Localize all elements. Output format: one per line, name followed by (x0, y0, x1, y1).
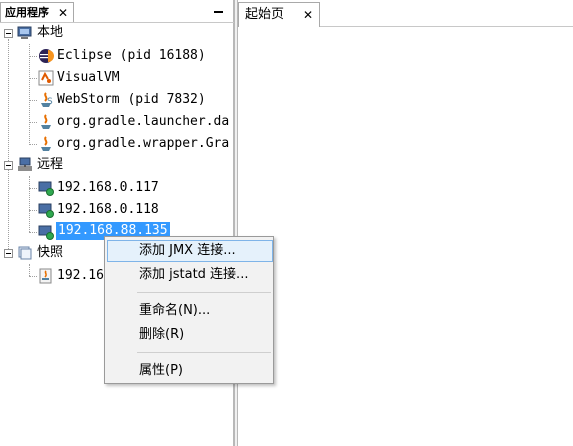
tree-label: 192.168.0.118 (57, 202, 159, 217)
host-icon (38, 225, 54, 240)
tree-label: Eclipse (pid 16188) (57, 48, 206, 63)
collapse-icon[interactable] (4, 29, 13, 38)
panel-divider (0, 22, 234, 23)
collapse-icon[interactable] (4, 161, 13, 170)
host-icon (38, 203, 54, 218)
close-icon[interactable]: ✕ (303, 3, 313, 27)
context-menu: 添加 JMX 连接... 添加 jstatd 连接... 重命名(N)... 删… (104, 236, 274, 384)
menu-item-properties[interactable]: 属性(P) (107, 360, 273, 382)
tree-connector (29, 210, 37, 211)
tree-label-local: 本地 (37, 25, 64, 40)
visualvm-icon (38, 70, 54, 86)
tree-connector (29, 232, 37, 233)
tree-label: VisualVM (57, 70, 120, 85)
java-app-icon (41, 136, 51, 151)
tree-connector (29, 56, 37, 57)
menu-item-add-jmx[interactable]: 添加 JMX 连接... (107, 240, 273, 262)
tree-label: org.gradle.launcher.da (57, 114, 230, 129)
tree-connector (29, 264, 30, 276)
tab-start-page[interactable]: 起始页 ✕ (238, 2, 320, 27)
collapse-icon[interactable] (4, 249, 13, 258)
java-app-icon: S (41, 92, 53, 107)
tree-label: 192.16 (57, 268, 104, 283)
menu-item-rename[interactable]: 重命名(N)... (107, 300, 273, 322)
menu-item-delete[interactable]: 删除(R) (107, 324, 273, 346)
tree-connector (29, 176, 30, 232)
menu-separator (137, 292, 271, 293)
tree-connector (29, 122, 37, 123)
tree-connector (8, 39, 9, 255)
tree-label: 192.168.0.117 (57, 180, 159, 195)
tab-strip-divider (320, 26, 573, 27)
tree-connector (29, 100, 37, 101)
menu-item-add-jstatd[interactable]: 添加 jstatd 连接... (107, 264, 273, 286)
tree-label-snapshots: 快照 (37, 245, 64, 260)
tree-connector (29, 44, 30, 145)
java-app-icon (41, 114, 51, 129)
snapshot-icon (18, 246, 32, 260)
host-icon (38, 181, 54, 196)
tree-connector (29, 144, 37, 145)
main-content-area (234, 0, 573, 446)
tree-connector (29, 276, 37, 277)
remote-host-icon (18, 157, 32, 171)
computer-icon (17, 26, 32, 39)
svg-text:S: S (47, 97, 53, 107)
tree-label-remote: 远程 (37, 157, 64, 172)
tab-applications-label: 应用程序 (5, 6, 49, 19)
tree-connector (29, 188, 37, 189)
tab-start-page-label: 起始页 (245, 7, 285, 22)
close-icon[interactable]: ✕ (58, 3, 68, 23)
eclipse-icon (39, 49, 54, 63)
menu-separator (137, 352, 271, 353)
tree-label: WebStorm (pid 7832) (57, 92, 206, 107)
tree-connector (29, 78, 37, 79)
tab-applications[interactable]: 应用程序 ✕ (0, 2, 74, 23)
tree-label: org.gradle.wrapper.Gra (57, 136, 230, 151)
snapshot-file-icon (39, 268, 52, 284)
minimize-icon[interactable] (214, 11, 223, 13)
